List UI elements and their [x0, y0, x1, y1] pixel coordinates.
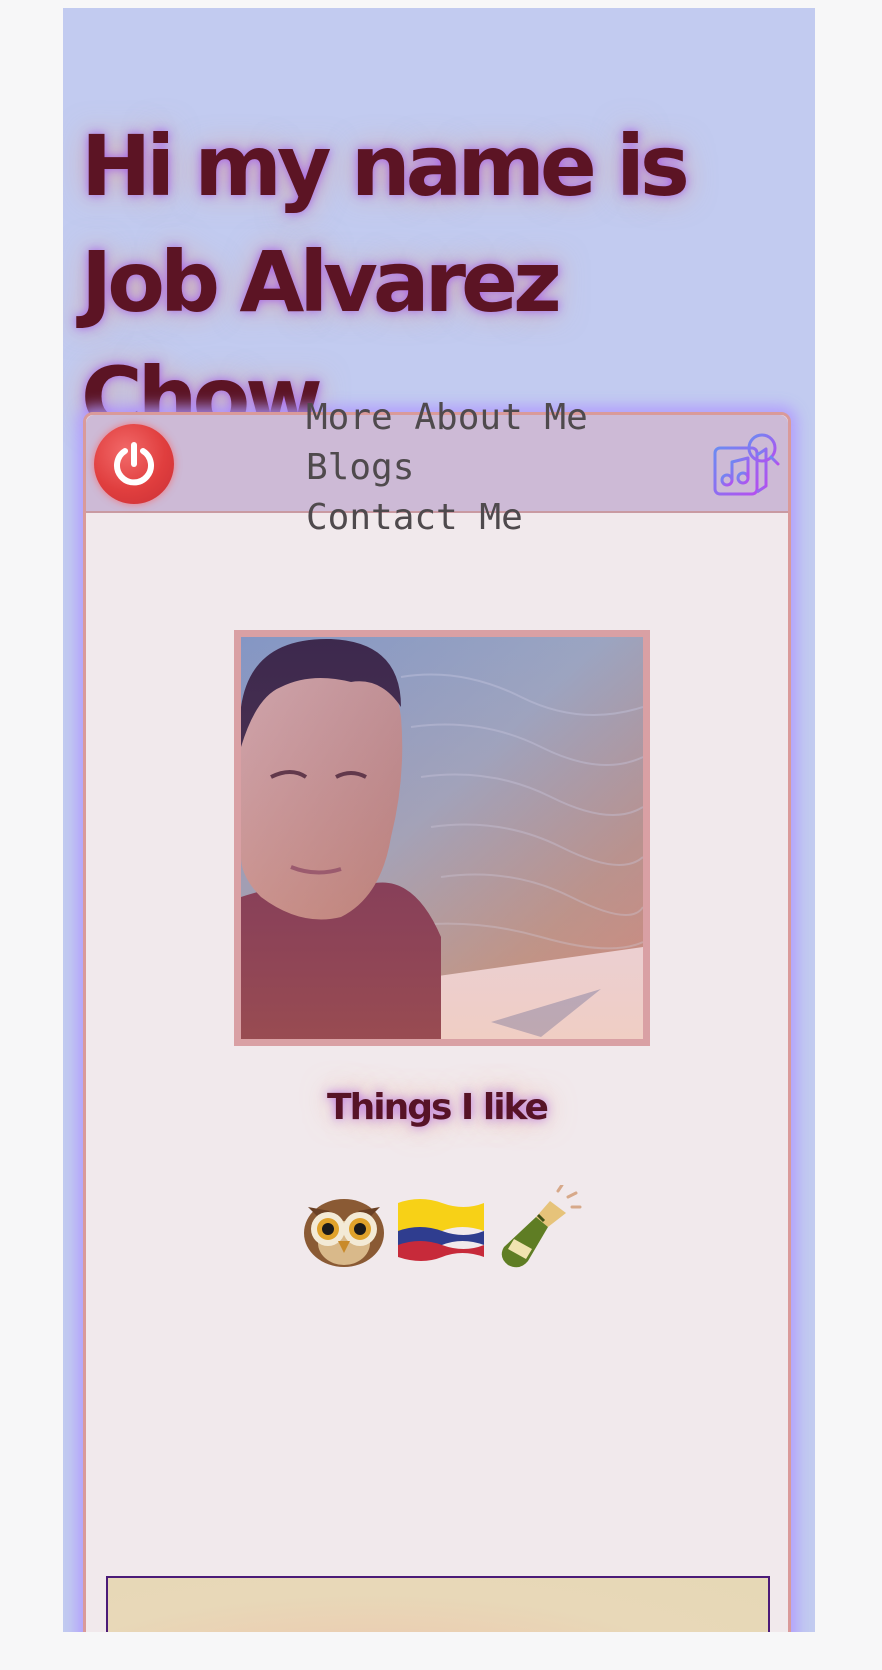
power-button[interactable] [94, 424, 174, 504]
main-nav: More About Me Blogs Contact Me [306, 393, 588, 543]
things-i-like-heading: Things I like [327, 1087, 549, 1128]
main-window: More About Me Blogs Contact Me Things I … [83, 397, 791, 1632]
likes-list [300, 1183, 582, 1275]
nav-link-blogs[interactable]: Blogs [306, 443, 588, 493]
nav-link-more-about-me[interactable]: More About Me [306, 393, 588, 443]
music-player-button[interactable] [712, 428, 784, 498]
power-icon [114, 442, 154, 486]
music-player-icon [713, 433, 780, 496]
colombia-flag-icon [396, 1185, 486, 1275]
owl-icon [300, 1185, 388, 1275]
window-titlebar: More About Me Blogs Contact Me [86, 397, 788, 538]
champagne-bottle-icon [492, 1183, 582, 1275]
nav-link-contact-me[interactable]: Contact Me [306, 493, 588, 543]
page: Hi my name is Job Alvarez Chow More Abou… [63, 8, 815, 1632]
profile-photo [234, 630, 650, 1046]
content-panel [106, 1576, 770, 1632]
